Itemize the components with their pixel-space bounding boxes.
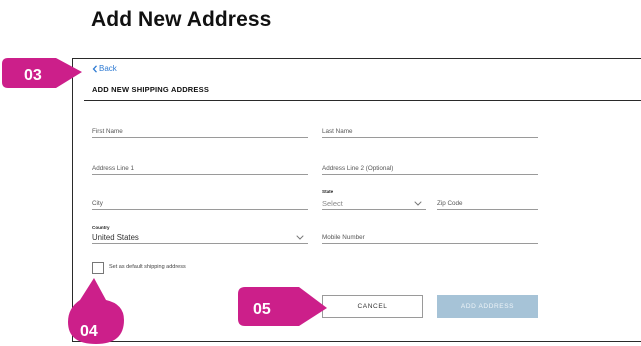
cancel-button[interactable]: CANCEL: [322, 295, 423, 318]
first-name-field[interactable]: First Name: [92, 125, 308, 138]
last-name-placeholder: Last Name: [322, 128, 353, 135]
last-name-field[interactable]: Last Name: [322, 125, 538, 138]
country-select[interactable]: United States: [92, 231, 308, 244]
address-line2-placeholder: Address Line 2 (Optional): [322, 165, 394, 172]
back-link[interactable]: Back: [92, 64, 117, 73]
section-title: ADD NEW SHIPPING ADDRESS: [92, 85, 210, 94]
callout-05-text: 05: [253, 301, 271, 318]
callout-04-text: 04: [80, 323, 98, 340]
mobile-number-field[interactable]: Mobile Number: [322, 231, 538, 244]
default-address-label: Set as default shipping address: [109, 264, 186, 270]
first-name-placeholder: First Name: [92, 128, 123, 135]
address-line1-placeholder: Address Line 1: [92, 165, 135, 172]
city-field[interactable]: City: [92, 197, 308, 210]
mobile-number-placeholder: Mobile Number: [322, 234, 365, 241]
callout-04: 04: [68, 278, 124, 344]
page-title: Add New Address: [91, 8, 272, 31]
back-label: Back: [99, 64, 117, 73]
chevron-down-icon: [414, 201, 422, 206]
chevron-left-icon: [92, 64, 97, 73]
section-divider: [84, 100, 641, 101]
zip-code-placeholder: Zip Code: [437, 200, 463, 207]
country-value: United States: [92, 233, 139, 242]
chevron-down-icon: [296, 235, 304, 240]
callout-05: 05: [238, 287, 327, 326]
zip-code-field[interactable]: Zip Code: [437, 197, 538, 210]
state-label: State: [322, 189, 334, 194]
cancel-button-label: CANCEL: [357, 303, 388, 310]
city-placeholder: City: [92, 200, 103, 207]
address-line1-field[interactable]: Address Line 1: [92, 162, 308, 175]
callout-03-text: 03: [24, 67, 42, 84]
default-address-checkbox[interactable]: [92, 262, 104, 274]
add-address-button-label: ADD ADDRESS: [460, 303, 515, 310]
add-address-button[interactable]: ADD ADDRESS: [437, 295, 538, 318]
country-label: Country: [92, 225, 110, 230]
state-value: Select: [322, 199, 343, 208]
address-line2-field[interactable]: Address Line 2 (Optional): [322, 162, 538, 175]
state-select[interactable]: Select: [322, 197, 426, 210]
callout-03: 03: [2, 58, 82, 88]
